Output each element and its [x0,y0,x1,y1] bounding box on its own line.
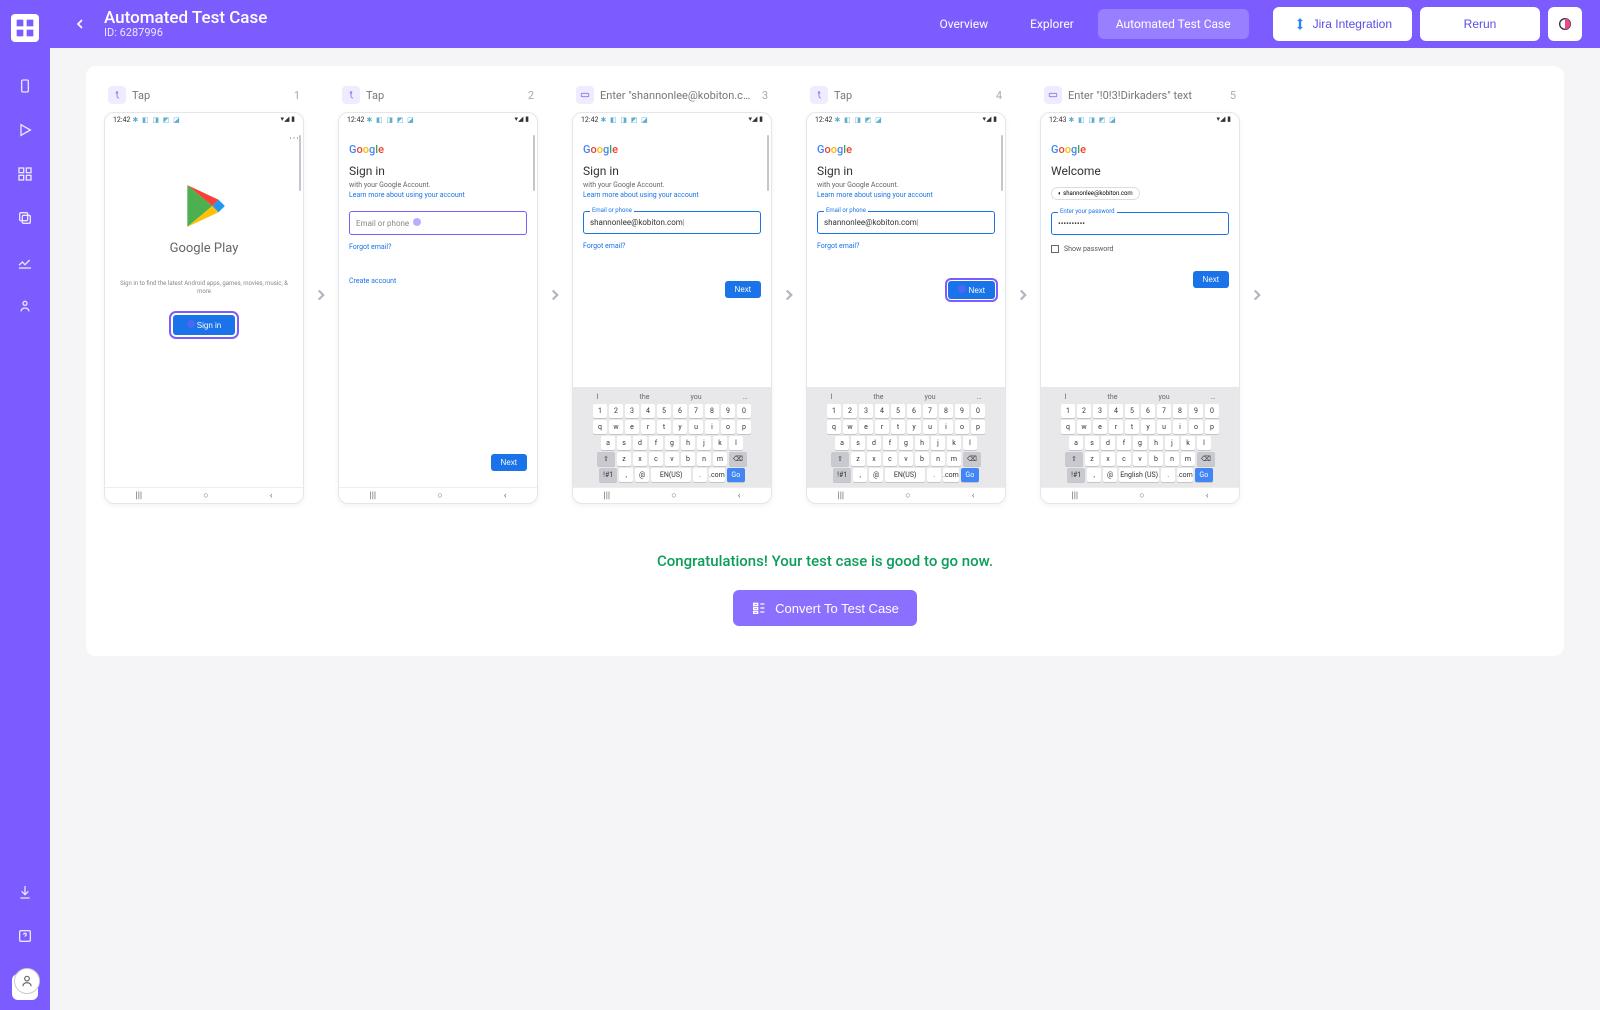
step-number: 5 [1230,89,1236,102]
step-action-icon [810,86,828,104]
step-label: Tap [834,89,990,102]
devices-icon[interactable] [9,70,41,102]
tab-explorer[interactable]: Explorer [1012,9,1092,39]
phone-screenshot: 12:42 ✱ ◧ ◨ ◩ ◪▾◢ ▮GoogleSign inwith you… [338,112,538,504]
step-number: 2 [528,89,534,102]
play-icon[interactable] [9,114,41,146]
convert-label: Convert To Test Case [775,601,899,616]
step-arrow[interactable] [310,115,332,475]
step-arrow[interactable] [544,115,566,475]
back-button[interactable] [68,12,92,36]
app-logo[interactable] [11,14,39,42]
phone-screenshot: 12:42 ✱ ◧ ◨ ◩ ◪▾◢ ▮GoogleSign inwith you… [806,112,1006,504]
topbar: Automated Test Case ID: 6287996 Overview… [50,0,1600,48]
step-label: Tap [132,89,288,102]
step-header: Tap 1 [104,86,304,104]
floating-user-icon[interactable] [14,968,40,994]
chart-icon[interactable] [9,246,41,278]
step-header: Tap 4 [806,86,1006,104]
grid-icon[interactable] [9,158,41,190]
congrats-message: Congratulations! Your test case is good … [104,552,1546,570]
step-label: Enter "shannonlee@kobiton.com" te... [600,89,756,102]
step-arrow[interactable] [778,115,800,475]
step-label: Enter "!0!3!Dirkaders" text [1068,89,1224,102]
page-title: Automated Test Case [104,9,267,28]
step-number: 3 [762,89,768,102]
step-number: 1 [294,89,300,102]
tab-overview[interactable]: Overview [921,9,1006,39]
phone-screenshot: 12:43 ✱ ◧ ◨ ◩ ◪▾◢ ▮GoogleWelcome◐ shanno… [1040,112,1240,504]
help-icon[interactable] [9,920,41,952]
integration-button[interactable] [1548,7,1582,41]
step-number: 4 [996,89,1002,102]
team-icon[interactable] [9,290,41,322]
step-arrow[interactable] [1012,115,1034,475]
next-arrow[interactable] [1246,115,1268,475]
download-icon[interactable] [9,876,41,908]
step-header: Enter "!0!3!Dirkaders" text 5 [1040,86,1240,104]
step-action-icon [576,86,594,104]
nav-tabs: Overview Explorer Automated Test Case [921,9,1248,39]
step-label: Tap [366,89,522,102]
step-header: Enter "shannonlee@kobiton.com" te... 3 [572,86,772,104]
step-action-icon [108,86,126,104]
jira-label: Jira Integration [1313,17,1392,31]
phone-screenshot: 12:42 ✱ ◧ ◨ ◩ ◪▾◢ ▮⋮Google PlaySign in t… [104,112,304,504]
page-subtitle: ID: 6287996 [104,27,267,39]
step-header: Tap 2 [338,86,538,104]
rerun-button[interactable]: Rerun [1420,7,1540,41]
tab-automated-test-case[interactable]: Automated Test Case [1098,9,1249,39]
sidebar: N [0,0,50,1010]
phone-screenshot: 12:42 ✱ ◧ ◨ ◩ ◪▾◢ ▮GoogleSign inwith you… [572,112,772,504]
copy-icon[interactable] [9,202,41,234]
step-action-icon [1044,86,1062,104]
jira-integration-button[interactable]: Jira Integration [1273,7,1412,41]
step-action-icon [342,86,360,104]
convert-to-test-case-button[interactable]: Convert To Test Case [733,590,917,626]
